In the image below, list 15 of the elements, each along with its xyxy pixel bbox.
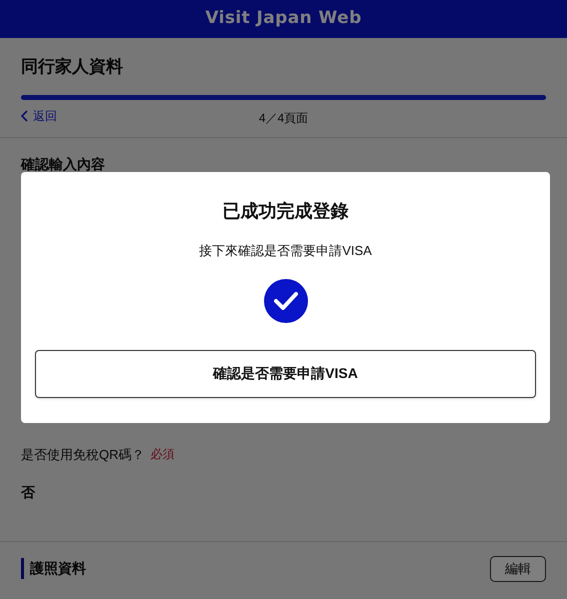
app-title: Visit Japan Web — [205, 7, 362, 30]
dialog-message: 接下來確認是否需要申請VISA — [199, 242, 372, 260]
section-heading: 護照資料 — [21, 558, 86, 580]
back-link[interactable]: 返回 — [21, 106, 57, 124]
question-label: 是否使用免稅QR碼？ — [21, 446, 144, 464]
answer-text: 否 — [21, 483, 36, 502]
section-title: 確認輸入內容 — [21, 154, 106, 174]
page-title: 同行家人資料 — [21, 56, 124, 78]
confirm-visa-button[interactable]: 確認是否需要申請VISA — [35, 350, 536, 398]
required-label: 必須 — [150, 446, 174, 464]
check-circle-icon — [264, 278, 308, 322]
chevron-left-icon — [21, 110, 29, 122]
dialog-title: 已成功完成登錄 — [222, 200, 348, 223]
edit-button[interactable]: 編輯 — [490, 556, 546, 582]
page-counter: 4／4頁面 — [258, 110, 308, 126]
